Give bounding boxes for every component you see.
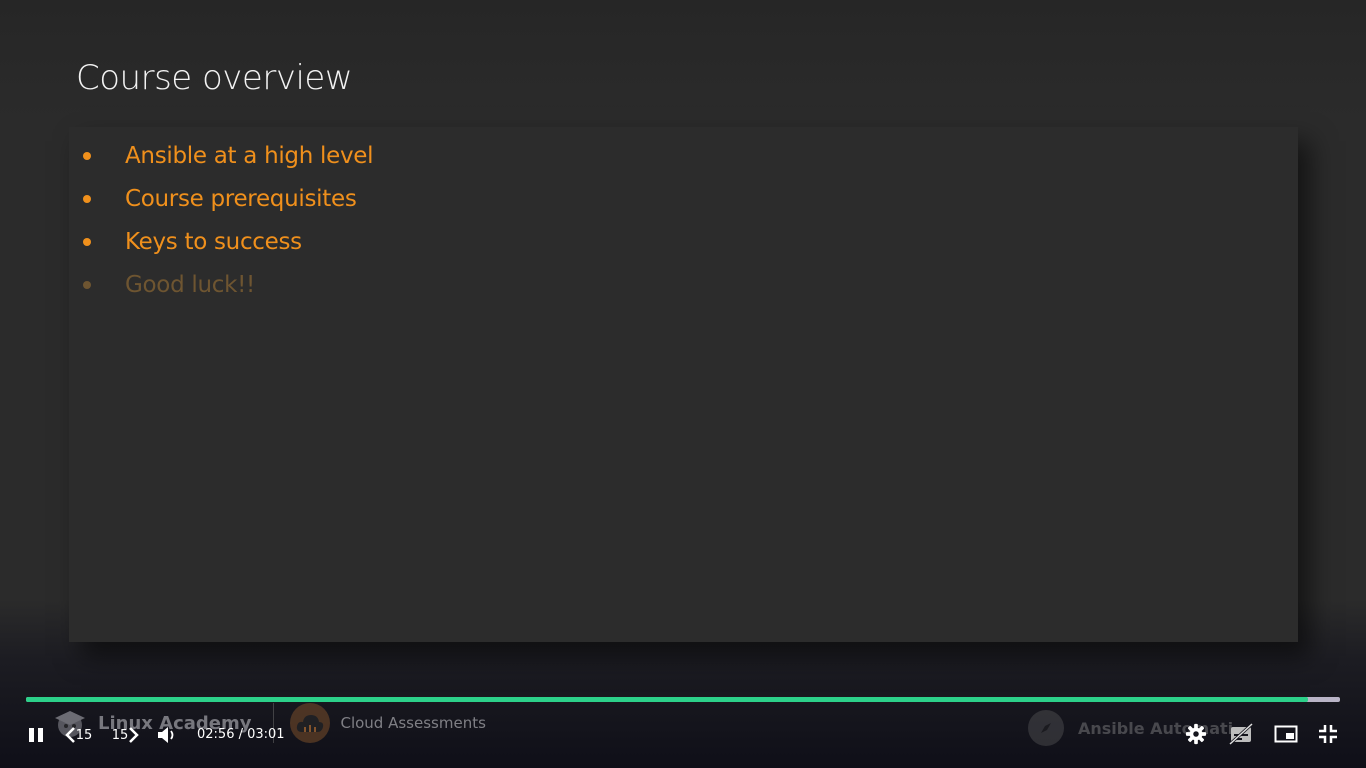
rewind-15-button[interactable]: 15 (58, 722, 98, 748)
compass-icon (1028, 710, 1064, 746)
exit-fullscreen-button[interactable] (1315, 721, 1341, 747)
bullet-dot-icon (83, 280, 91, 289)
bullet-text: Keys to success (125, 228, 302, 255)
slide-title: Course overview (76, 58, 353, 98)
picture-in-picture-button[interactable] (1272, 721, 1300, 747)
bullet-item: Keys to success (80, 220, 373, 263)
captions-button[interactable] (1227, 721, 1255, 747)
captions-off-icon (1229, 723, 1253, 745)
exit-fullscreen-icon (1319, 725, 1337, 743)
bullet-text: Good luck!! (125, 271, 255, 298)
rewind-seconds: 15 (75, 727, 93, 743)
bullet-list: Ansible at a high level Course prerequis… (80, 134, 374, 306)
forward-15-button[interactable]: 15 (106, 722, 146, 748)
bullet-item: Good luck!! (80, 263, 373, 306)
bullet-text: Ansible at a high level (125, 142, 374, 169)
cloud-icon (290, 703, 331, 743)
picture-in-picture-icon (1274, 725, 1298, 743)
ansible-automation-label: Ansible Automati (1078, 718, 1234, 738)
gear-icon (1185, 723, 1207, 745)
forward-seconds: 15 (111, 727, 129, 743)
video-frame[interactable]: Course overview Ansible at a high level … (0, 0, 1366, 768)
volume-icon (158, 727, 174, 743)
settings-button[interactable] (1183, 721, 1209, 747)
volume-button[interactable] (154, 722, 180, 748)
bullet-item: Ansible at a high level (80, 134, 374, 177)
bullet-dot-icon (83, 194, 91, 203)
chevron-left-icon (64, 727, 75, 743)
bullet-dot-icon (83, 237, 91, 246)
cloud-assessments-label: Cloud Assessments (340, 714, 486, 732)
seek-bar-progress (26, 697, 1309, 702)
pause-button[interactable] (24, 723, 48, 747)
pause-icon (29, 728, 43, 742)
chevron-right-icon (129, 727, 140, 743)
seek-bar[interactable] (26, 697, 1340, 702)
bullet-item: Course prerequisites (80, 177, 373, 220)
bullet-text: Course prerequisites (125, 185, 357, 212)
bullet-dot-icon (83, 151, 91, 160)
time-display: 02:56 / 03:01 (197, 727, 285, 742)
